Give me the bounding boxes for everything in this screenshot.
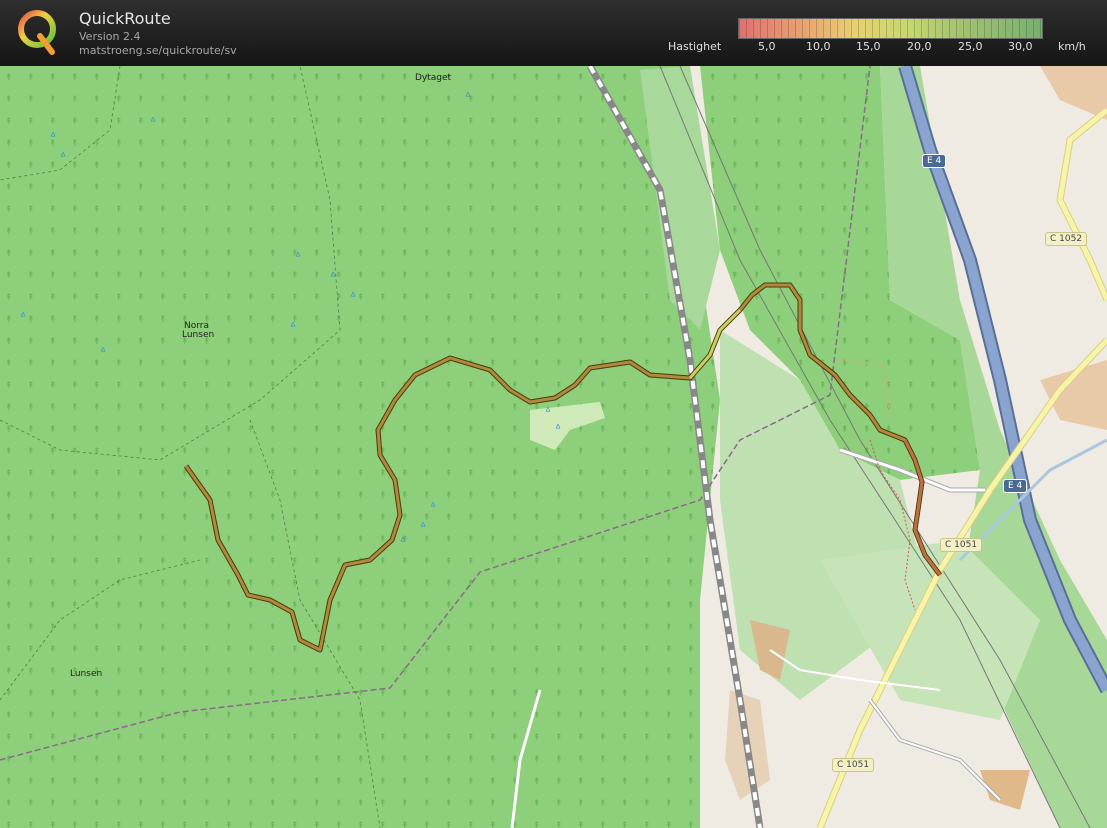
legend-tick: 25,0 (958, 40, 983, 53)
svg-text:ᐞ: ᐞ (350, 290, 356, 303)
place-label: Lunsen (70, 669, 103, 679)
speed-legend-label: Hastighet (668, 40, 722, 53)
svg-text:ᐞ: ᐞ (420, 520, 426, 533)
speed-color-scale (738, 18, 1043, 39)
app-url: matstroeng.se/quickroute/sv (79, 44, 237, 57)
app-title: QuickRoute (79, 9, 171, 28)
road-shield: E 4 (922, 154, 947, 168)
legend-tick: 10,0 (806, 40, 831, 53)
legend-tick: 5,0 (758, 40, 776, 53)
road-shield: C 1052 (1045, 232, 1088, 246)
map-canvas: ↟ (0, 66, 1107, 828)
road-shield: E 4 (1003, 479, 1028, 493)
quickroute-logo-icon (18, 10, 56, 55)
svg-text:ᐞ: ᐞ (50, 130, 56, 143)
svg-text:ᐞ: ᐞ (295, 250, 301, 263)
svg-text:ᐞ: ᐞ (545, 405, 551, 418)
road-shield: C 1051 (832, 758, 875, 772)
svg-text:ᐞ: ᐞ (290, 320, 296, 333)
svg-text:ᐞ: ᐞ (430, 500, 436, 513)
legend-tick: 20,0 (907, 40, 932, 53)
svg-text:ᐞ: ᐞ (20, 310, 26, 323)
app-header: QuickRoute Version 2.4 matstroeng.se/qui… (0, 0, 1107, 66)
legend-tick: 15,0 (856, 40, 881, 53)
svg-text:ᐞ: ᐞ (60, 150, 66, 163)
svg-text:ᐞ: ᐞ (330, 270, 336, 283)
map-view[interactable]: ↟ (0, 66, 1107, 828)
road-shield: C 1051 (940, 538, 983, 552)
app-version: Version 2.4 (79, 30, 141, 43)
place-label: Dytaget (415, 73, 452, 83)
svg-text:ᐞ: ᐞ (150, 115, 156, 128)
speed-legend-unit: km/h (1058, 40, 1086, 53)
svg-text:ᐞ: ᐞ (100, 345, 106, 358)
svg-text:ᐞ: ᐞ (555, 422, 561, 435)
legend-tick: 30,0 (1008, 40, 1033, 53)
svg-text:ᐞ: ᐞ (400, 535, 406, 548)
svg-text:ᐞ: ᐞ (465, 90, 471, 103)
place-label: Lunsen (182, 330, 215, 340)
